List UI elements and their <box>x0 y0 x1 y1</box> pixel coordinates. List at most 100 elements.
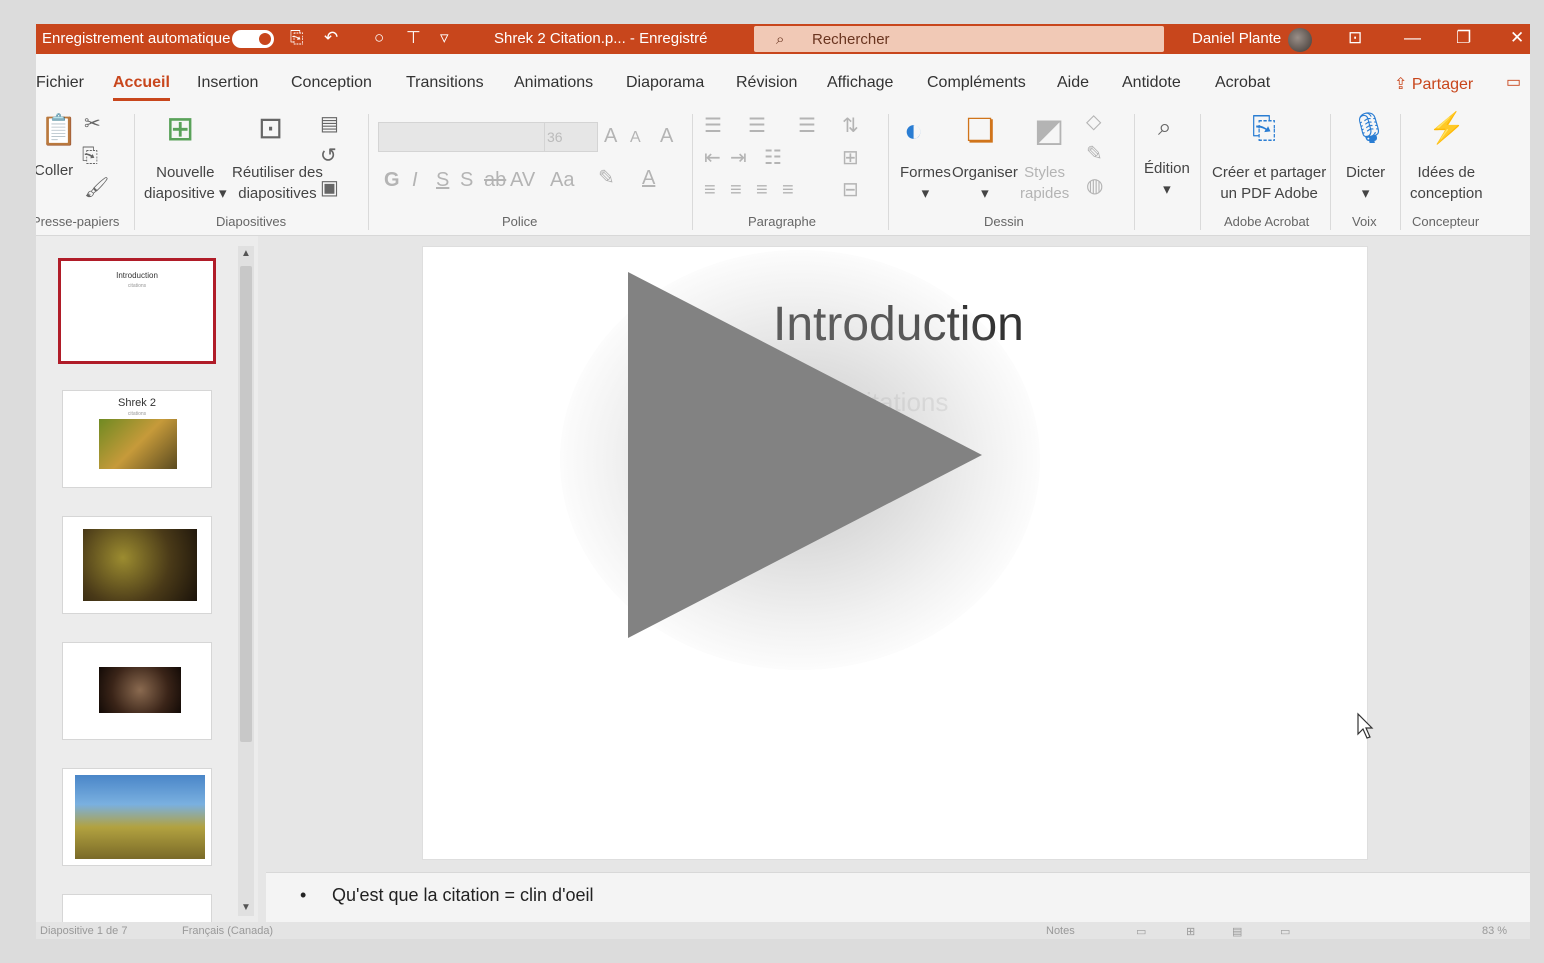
align-right-icon[interactable]: ≡ <box>756 180 768 200</box>
maximize-icon[interactable]: ❐ <box>1456 28 1471 48</box>
numbering-icon[interactable]: ☰ <box>748 116 766 136</box>
strikethrough-icon[interactable]: ab <box>484 170 506 190</box>
shapes-label[interactable]: Formes ▾ <box>900 162 951 204</box>
tab-accueil[interactable]: Accueil <box>113 74 170 101</box>
shrink-font-icon[interactable]: A <box>630 128 641 148</box>
smartart-icon[interactable]: ⊟ <box>842 180 859 200</box>
ribbon-display-icon[interactable]: ⊡ <box>1348 28 1362 48</box>
avatar[interactable] <box>1288 28 1312 52</box>
decrease-indent-icon[interactable]: ⇤ <box>704 148 721 168</box>
align-text-icon[interactable]: ⊞ <box>842 148 859 168</box>
justify-icon[interactable]: ≡ <box>782 180 794 200</box>
paste-icon[interactable]: 📋 <box>40 116 77 146</box>
increase-indent-icon[interactable]: ⇥ <box>730 148 747 168</box>
redo-icon[interactable]: ○ <box>374 28 384 48</box>
tab-revision[interactable]: Révision <box>736 74 797 92</box>
bold-icon[interactable]: G <box>384 170 400 190</box>
minimize-icon[interactable]: — <box>1404 28 1421 48</box>
clear-format-icon[interactable]: A <box>660 126 673 146</box>
font-size-select[interactable]: 36 <box>544 122 598 152</box>
tab-conception[interactable]: Conception <box>291 74 372 92</box>
user-name[interactable]: Daniel Plante <box>1192 30 1281 47</box>
slide-thumbnail-2[interactable]: Shrek 2 citations <box>62 390 212 488</box>
columns-icon[interactable]: ☷ <box>764 148 782 168</box>
align-center-icon[interactable]: ≡ <box>730 180 742 200</box>
tab-diaporama[interactable]: Diaporama <box>626 74 704 92</box>
scroll-down-icon[interactable]: ▼ <box>241 902 251 913</box>
shape-effects-icon[interactable]: ◍ <box>1086 176 1103 196</box>
shape-outline-icon[interactable]: ✎ <box>1086 144 1103 164</box>
cut-icon[interactable]: ✂ <box>84 114 101 134</box>
find-icon[interactable]: ⌕ <box>1158 116 1171 140</box>
editing-label[interactable]: Édition ▾ <box>1144 158 1190 200</box>
spacing-icon[interactable]: AV <box>510 170 535 190</box>
normal-view-icon[interactable]: ▭ <box>1136 925 1146 938</box>
slide-title[interactable]: Introduction <box>773 297 1024 352</box>
undo-icon[interactable]: ↶ <box>324 28 338 48</box>
reuse-slides-label[interactable]: Réutiliser des diapositives <box>232 162 323 204</box>
tab-acrobat[interactable]: Acrobat <box>1215 74 1270 92</box>
tab-transitions[interactable]: Transitions <box>406 74 484 92</box>
dictate-label[interactable]: Dicter ▾ <box>1346 162 1385 204</box>
grow-font-icon[interactable]: A <box>604 126 617 146</box>
present-icon[interactable]: ⊤ <box>406 28 421 48</box>
change-case-icon[interactable]: Aa <box>550 170 574 190</box>
font-family-select[interactable] <box>378 122 546 152</box>
quick-styles-label[interactable]: Styles rapides <box>1020 162 1069 204</box>
section-icon[interactable]: ▣ <box>320 178 339 198</box>
highlight-icon[interactable]: ✎ <box>598 168 615 188</box>
tab-insertion[interactable]: Insertion <box>197 74 258 92</box>
tab-aide[interactable]: Aide <box>1057 74 1089 92</box>
sorter-view-icon[interactable]: ⊞ <box>1186 925 1195 938</box>
zoom-level[interactable]: 83 % <box>1482 925 1507 937</box>
paste-label[interactable]: Coller <box>36 160 73 181</box>
design-ideas-icon[interactable]: ⚡ <box>1428 114 1465 144</box>
font-color-icon[interactable]: A <box>642 168 655 188</box>
text-direction-icon[interactable]: ⇅ <box>842 116 859 136</box>
thumbnail-scrollbar[interactable]: ▲ ▼ <box>238 246 254 916</box>
slide-subtitle[interactable]: citations <box>853 387 948 418</box>
notes-text[interactable]: Qu'est que la citation = clin d'oeil <box>332 885 594 906</box>
slide-thumbnail-6[interactable] <box>62 894 212 924</box>
customize-qat-icon[interactable]: ▿ <box>440 28 449 48</box>
tab-affichage[interactable]: Affichage <box>827 74 893 92</box>
italic-icon[interactable]: I <box>412 170 418 190</box>
design-ideas-label[interactable]: Idées de conception <box>1410 162 1483 204</box>
search-input[interactable]: ⌕ Rechercher <box>754 26 1164 52</box>
slide-canvas[interactable]: Introduction citations <box>422 246 1368 860</box>
shadow-icon[interactable]: S <box>460 170 473 190</box>
slide-thumbnail-1[interactable]: Introduction citations <box>58 258 216 364</box>
layout-icon[interactable]: ▤ <box>320 114 339 134</box>
slide-thumbnail-3[interactable] <box>62 516 212 614</box>
new-slide-label[interactable]: Nouvelle diapositive ▾ <box>144 162 227 204</box>
shapes-icon[interactable]: ◐ <box>904 114 923 146</box>
tab-antidote[interactable]: Antidote <box>1122 74 1181 92</box>
tab-complements[interactable]: Compléments <box>927 74 1026 92</box>
slide-thumbnail-4[interactable] <box>62 642 212 740</box>
tab-animations[interactable]: Animations <box>514 74 593 92</box>
quick-styles-icon[interactable]: ◩ <box>1034 114 1064 146</box>
notes-pane[interactable]: • Qu'est que la citation = clin d'oeil <box>266 872 1530 922</box>
format-painter-icon[interactable]: 🖌 <box>84 178 109 198</box>
bullets-icon[interactable]: ☰ <box>704 116 722 136</box>
line-spacing-icon[interactable]: ☰ <box>798 116 816 136</box>
language[interactable]: Français (Canada) <box>182 925 273 937</box>
reading-view-icon[interactable]: ▤ <box>1232 925 1242 938</box>
document-name[interactable]: Shrek 2 Citation.p... - Enregistré <box>494 30 707 47</box>
autosave-toggle[interactable] <box>232 30 274 48</box>
create-pdf-label[interactable]: Créer et partager un PDF Adobe <box>1212 162 1326 204</box>
create-pdf-icon[interactable]: ⎘ <box>1252 114 1276 144</box>
arrange-label[interactable]: Organiser ▾ <box>952 162 1018 204</box>
slideshow-icon[interactable]: ▭ <box>1280 925 1290 938</box>
align-left-icon[interactable]: ≡ <box>704 180 716 200</box>
underline-icon[interactable]: S <box>436 170 449 190</box>
scroll-thumb[interactable] <box>240 266 252 742</box>
close-icon[interactable]: ✕ <box>1510 28 1524 48</box>
new-slide-icon[interactable]: ⊞ <box>166 112 195 146</box>
share-button[interactable]: ⇪ Partager <box>1394 74 1473 94</box>
save-icon[interactable]: ⎘ <box>290 28 304 48</box>
microphone-icon[interactable]: 🎙 <box>1350 114 1388 144</box>
tab-fichier[interactable]: Fichier <box>36 74 84 92</box>
arrange-icon[interactable]: ❏ <box>966 114 995 146</box>
notes-toggle[interactable]: Notes <box>1046 925 1075 937</box>
